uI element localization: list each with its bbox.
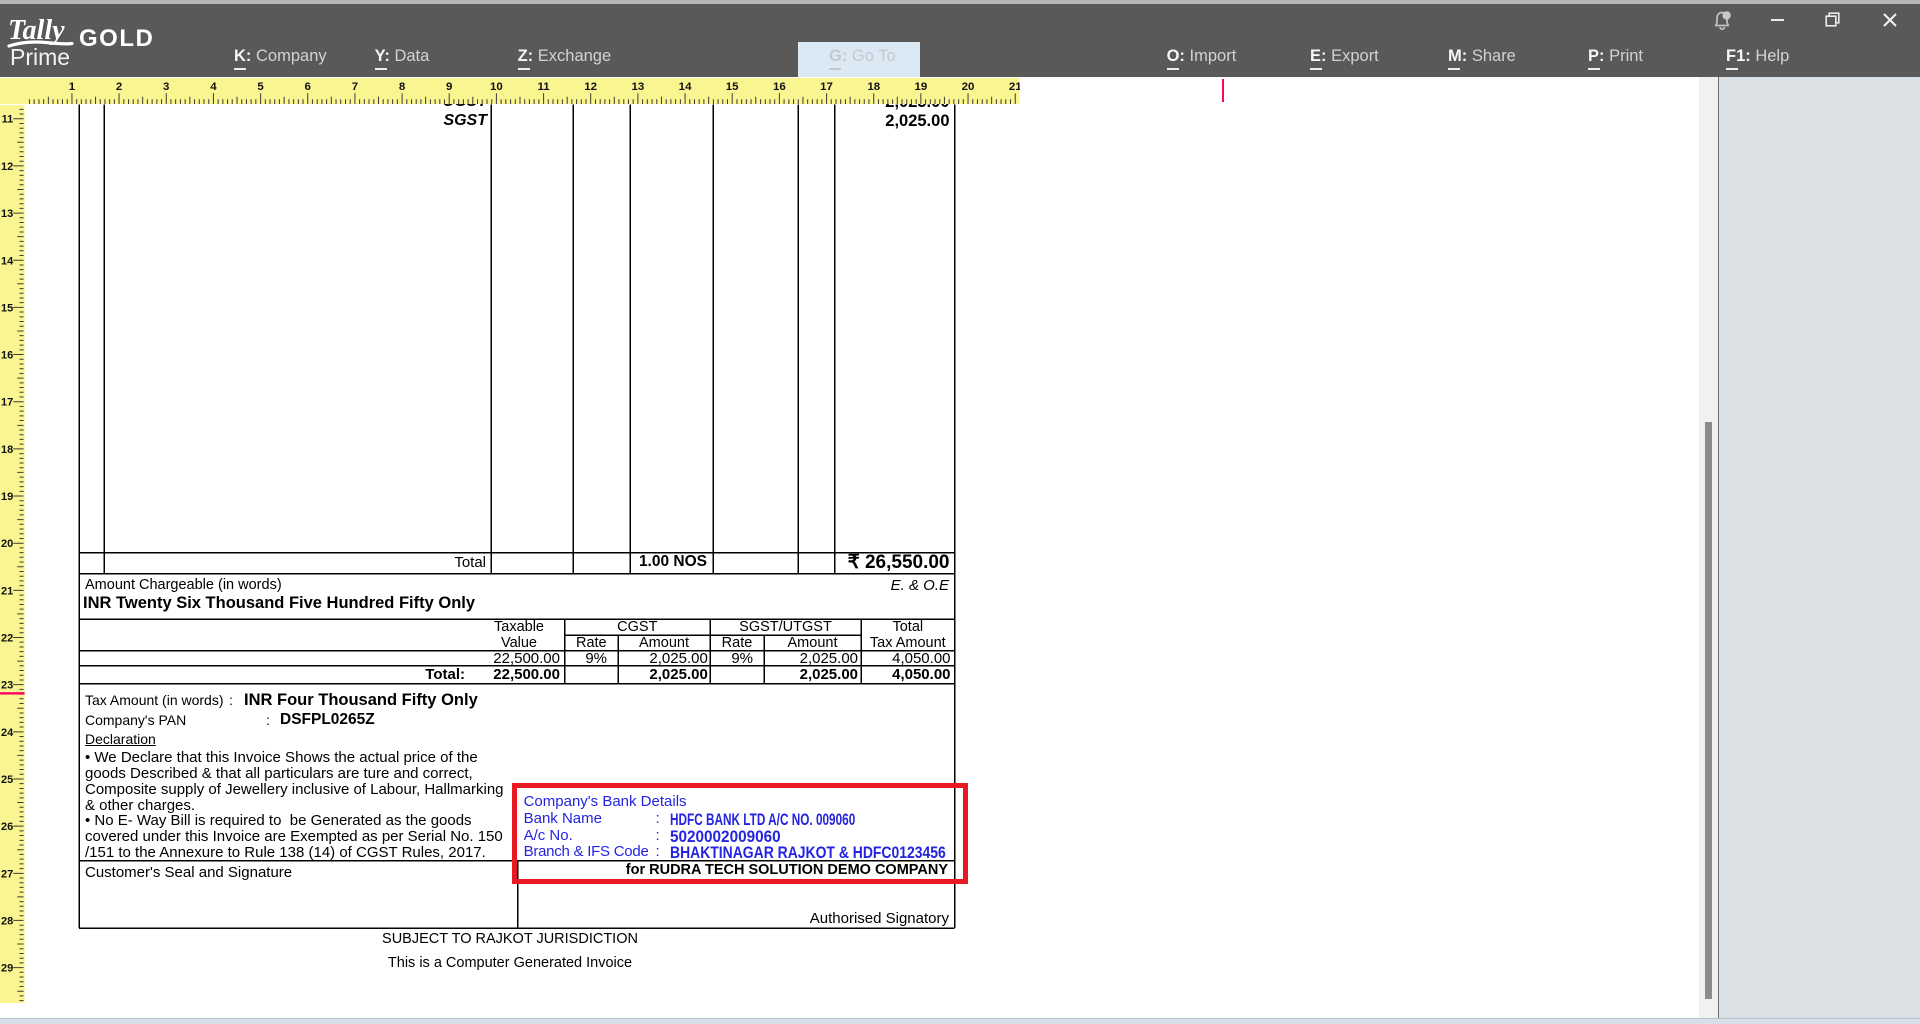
svg-text:15: 15 bbox=[726, 81, 739, 93]
svg-text:1: 1 bbox=[69, 81, 76, 93]
svg-text:11: 11 bbox=[2, 113, 14, 125]
svg-text:7: 7 bbox=[352, 81, 358, 93]
svg-text:16: 16 bbox=[1, 349, 13, 361]
svg-text:2: 2 bbox=[116, 81, 122, 93]
svg-text:22: 22 bbox=[1, 632, 13, 644]
svg-text:26: 26 bbox=[1, 821, 13, 833]
svg-text:23: 23 bbox=[1, 679, 13, 691]
svg-text:20: 20 bbox=[1, 538, 13, 550]
svg-text:12: 12 bbox=[1, 160, 13, 172]
svg-text:18: 18 bbox=[867, 81, 880, 93]
svg-text:8: 8 bbox=[399, 81, 406, 93]
svg-text:5: 5 bbox=[257, 81, 264, 93]
svg-text:3: 3 bbox=[163, 81, 169, 93]
svg-text:11: 11 bbox=[538, 81, 551, 93]
svg-text:4: 4 bbox=[210, 81, 217, 93]
svg-text:17: 17 bbox=[1, 396, 13, 408]
svg-text:17: 17 bbox=[820, 81, 833, 93]
svg-text:14: 14 bbox=[679, 81, 692, 93]
svg-text:25: 25 bbox=[1, 773, 13, 785]
svg-text:19: 19 bbox=[914, 81, 927, 93]
svg-text:12: 12 bbox=[584, 81, 597, 93]
svg-text:6: 6 bbox=[305, 81, 311, 93]
svg-text:21: 21 bbox=[1, 585, 13, 597]
svg-text:27: 27 bbox=[1, 868, 13, 880]
svg-text:24: 24 bbox=[1, 726, 14, 738]
svg-text:16: 16 bbox=[773, 81, 786, 93]
svg-text:9: 9 bbox=[446, 81, 452, 93]
svg-text:28: 28 bbox=[1, 915, 13, 927]
svg-text:13: 13 bbox=[631, 81, 644, 93]
svg-text:19: 19 bbox=[1, 491, 13, 503]
svg-text:21: 21 bbox=[1009, 81, 1020, 93]
svg-text:29: 29 bbox=[1, 962, 13, 974]
svg-text:18: 18 bbox=[1, 443, 13, 455]
svg-text:15: 15 bbox=[1, 302, 13, 314]
svg-text:10: 10 bbox=[490, 81, 503, 93]
svg-text:14: 14 bbox=[1, 255, 14, 267]
svg-text:13: 13 bbox=[1, 208, 13, 220]
svg-text:20: 20 bbox=[962, 81, 975, 93]
